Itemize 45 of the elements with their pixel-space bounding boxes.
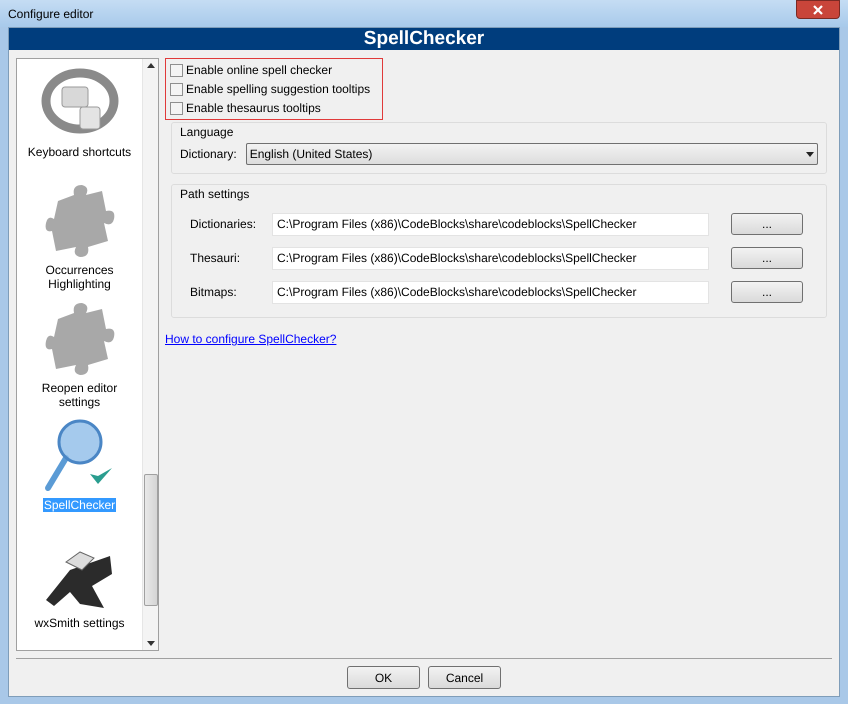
path-field[interactable]: C:\Program Files (x86)\CodeBlocks\share\codeblocks\SpellChecker	[272, 280, 709, 304]
path-field[interactable]: C:\Program Files (x86)\CodeBlocks\share\codeblocks\SpellChecker	[272, 246, 709, 270]
item-label: Occurrences Highlighting	[44, 262, 115, 291]
option-label: Enable spelling suggestion tooltips	[186, 81, 370, 98]
browse-button[interactable]: ...	[731, 247, 803, 269]
field-label: Bitmaps:	[189, 284, 238, 301]
option-checkbox[interactable]: Enable thesaurus tooltips	[170, 100, 382, 116]
checkbox[interactable]	[170, 64, 183, 76]
dialog-button[interactable]: Cancel	[428, 666, 501, 689]
sidebar-item[interactable]: Keyboard shortcuts	[18, 61, 142, 179]
item-label: SpellChecker	[42, 498, 116, 512]
dropdown-arrow-icon	[806, 152, 814, 156]
scroll-down-icon[interactable]	[146, 641, 154, 646]
path-field[interactable]: C:\Program Files (x86)\CodeBlocks\share\codeblocks\SpellChecker	[272, 212, 709, 236]
checkbox[interactable]	[170, 102, 183, 114]
scrollbar[interactable]	[142, 59, 158, 650]
browse-button[interactable]: ...	[731, 213, 803, 235]
item-label: Keyboard shortcuts	[26, 145, 132, 159]
sidebar-item[interactable]: wxSmith settings	[18, 532, 142, 650]
window-title: Configure editor	[8, 6, 94, 22]
item-label: Reopen editor settings	[40, 380, 118, 409]
dictionary-dropdown[interactable]: English (United States)	[246, 143, 818, 165]
browse-button[interactable]: ...	[731, 281, 803, 303]
close-button[interactable]	[796, 0, 840, 19]
close-icon	[813, 4, 823, 14]
scroll-up-icon[interactable]	[146, 63, 154, 68]
field-label: Dictionaries:	[189, 216, 258, 233]
sidebar-item[interactable]: Reopen editor settings	[18, 296, 142, 414]
option-checkbox[interactable]: Enable spelling suggestion tooltips	[170, 81, 382, 97]
dialog-button[interactable]: OK	[347, 666, 420, 689]
group-title: Language	[180, 124, 234, 141]
sidebar-item[interactable]: Occurrences Highlighting	[18, 178, 142, 297]
option-checkbox[interactable]: Enable online spell checker	[170, 62, 382, 78]
item-label: wxSmith settings	[33, 616, 126, 630]
puzzle-piece-icon	[44, 300, 116, 377]
checkbox[interactable]	[170, 82, 183, 96]
field-label: Dictionary:	[180, 146, 237, 163]
field-label: Thesauri:	[189, 250, 242, 267]
help-link[interactable]: How to configure SpellChecker?	[165, 330, 336, 348]
page-header: SpellChecker	[9, 28, 839, 50]
option-label: Enable online spell checker	[186, 62, 332, 79]
group-title: Path settings	[180, 186, 250, 203]
puzzle-piece-icon	[44, 182, 116, 259]
option-label: Enable thesaurus tooltips	[186, 100, 321, 117]
scroll-thumb[interactable]	[144, 474, 158, 606]
